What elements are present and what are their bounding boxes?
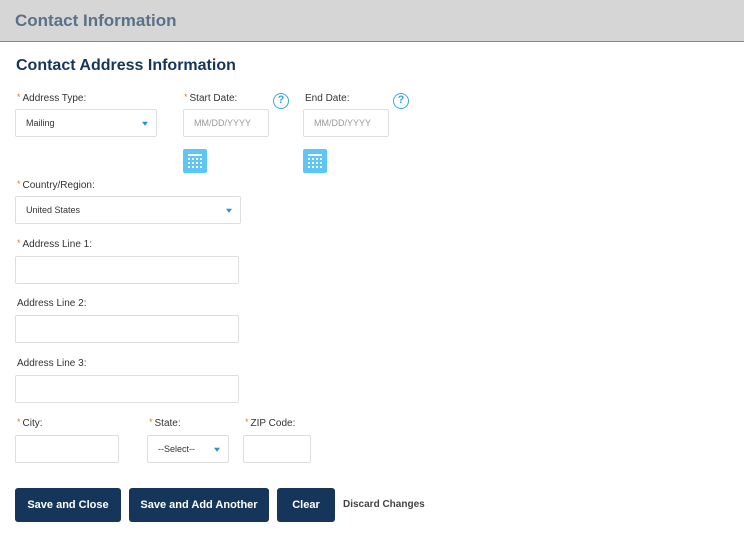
zip-input[interactable] (243, 435, 311, 463)
start-date-input[interactable]: MM/DD/YYYY (183, 109, 269, 137)
state-label: * State: (149, 417, 181, 429)
save-and-add-another-button[interactable]: Save and Add Another (129, 488, 269, 522)
city-input[interactable] (15, 435, 119, 463)
save-and-close-button[interactable]: Save and Close (15, 488, 121, 522)
end-date-label: End Date: (305, 93, 350, 104)
address-line-2-input[interactable] (15, 315, 239, 343)
help-circle-icon[interactable]: ? (273, 93, 289, 109)
city-label: * City: (17, 417, 43, 429)
chevron-down-icon (226, 208, 232, 213)
address-type-select[interactable]: Mailing (15, 109, 157, 137)
address-line-1-label: * Address Line 1: (17, 238, 93, 250)
section-title: Contact Address Information (16, 57, 236, 74)
end-date-input[interactable]: MM/DD/YYYY (303, 109, 389, 137)
calendar-icon[interactable] (303, 149, 327, 173)
state-select[interactable]: --Select-- (147, 435, 229, 463)
address-type-label: * Address Type: (17, 92, 87, 104)
calendar-icon[interactable] (183, 149, 207, 173)
required-marker: * (17, 92, 21, 102)
country-select[interactable]: United States (15, 196, 241, 224)
page-header: Contact Information (0, 0, 744, 42)
address-line-1-input[interactable] (15, 256, 239, 284)
clear-button[interactable]: Clear (277, 488, 335, 522)
country-label: * Country/Region: (17, 179, 95, 191)
address-line-3-input[interactable] (15, 375, 239, 403)
discard-changes-link[interactable]: Discard Changes (343, 499, 425, 510)
page-title: Contact Information (15, 11, 177, 30)
chevron-down-icon (142, 121, 148, 126)
address-line-2-label: Address Line 2: (17, 298, 87, 309)
address-line-3-label: Address Line 3: (17, 358, 87, 369)
zip-label: * ZIP Code: (245, 417, 296, 429)
chevron-down-icon (214, 447, 220, 452)
start-date-label: * Start Date: (184, 92, 238, 104)
help-circle-icon[interactable]: ? (393, 93, 409, 109)
